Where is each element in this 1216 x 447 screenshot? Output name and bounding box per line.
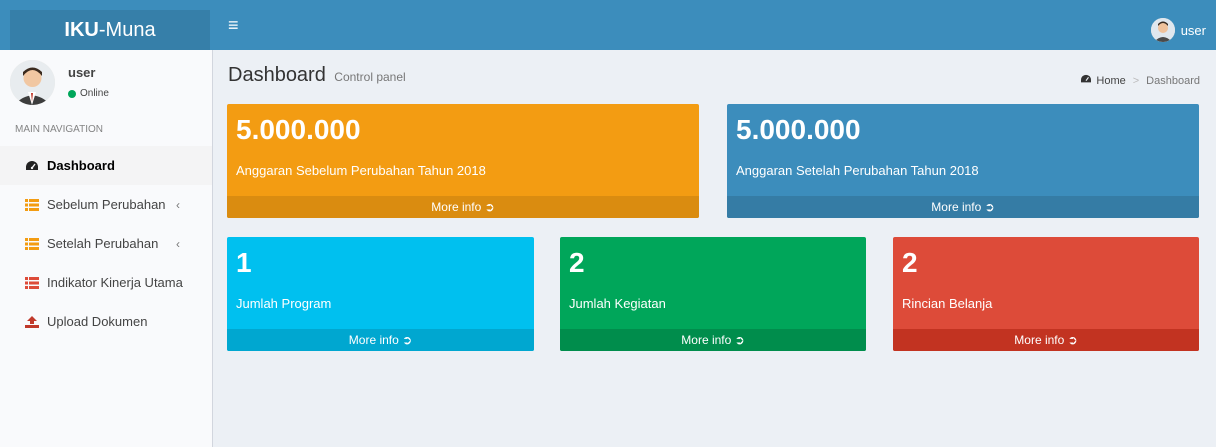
arrow-circle-right-icon: ➲: [402, 333, 413, 347]
logo-text: -Muna: [98, 19, 156, 41]
stat-value: 5.000.000: [736, 114, 861, 145]
stat-label: Rincian Belanja: [902, 296, 993, 311]
more-info-link[interactable]: More info ➲: [227, 329, 534, 351]
arrow-circle-right-icon: ➲: [984, 200, 995, 214]
more-info-label: More info: [348, 333, 399, 347]
more-info-link[interactable]: More info ➲: [227, 196, 699, 218]
page-title: Dashboard: [228, 64, 326, 86]
user-name: user: [1180, 22, 1206, 38]
stat-value: 5.000.000: [236, 114, 361, 145]
content-header: Dashboard Control panel: [228, 64, 406, 87]
dashboard-icon: [25, 160, 39, 172]
stat-label: Jumlah Kegiatan: [569, 296, 666, 311]
avatar: [10, 60, 55, 105]
list-icon: [25, 237, 39, 250]
avatar: [1150, 18, 1175, 42]
list-icon: [25, 276, 39, 289]
more-info-link[interactable]: More info ➲: [560, 329, 866, 351]
page-subtitle: Control panel: [334, 70, 406, 84]
stat-box-rincian-belanja: 2 Rincian Belanja More info ➲: [893, 237, 1199, 351]
sidebar: user Online MAIN NAVIGATION Dashboard Se…: [0, 50, 213, 447]
user-status-label: Online: [80, 88, 109, 99]
more-info-link[interactable]: More info ➲: [727, 196, 1199, 218]
sidebar-item-label: Sebelum Perubahan: [47, 197, 166, 212]
arrow-circle-right-icon: ➲: [1067, 333, 1078, 347]
user-status: Online: [68, 88, 109, 99]
stat-value: 2: [569, 247, 585, 278]
more-info-label: More info: [1014, 333, 1065, 347]
sidebar-item-indikator-kinerja-utama[interactable]: Indikator Kinerja Utama: [0, 263, 212, 302]
top-navbar: IKU-Muna ≡ user: [0, 0, 1216, 50]
chevron-left-icon: ‹: [176, 236, 180, 251]
logo-bold-text: IKU: [64, 19, 99, 41]
sidebar-item-sebelum-perubahan[interactable]: Sebelum Perubahan ‹: [0, 185, 212, 224]
sidebar-toggle-icon[interactable]: ≡: [228, 14, 239, 36]
stat-value: 1: [236, 247, 252, 278]
user-menu[interactable]: user: [1150, 10, 1206, 50]
more-info-label: More info: [931, 200, 982, 214]
app-logo[interactable]: IKU-Muna: [10, 10, 210, 50]
sidebar-item-label: Upload Dokumen: [47, 314, 148, 329]
arrow-circle-right-icon: ➲: [484, 200, 495, 214]
stat-box-jumlah-program: 1 Jumlah Program More info ➲: [227, 237, 534, 351]
more-info-label: More info: [681, 333, 732, 347]
sidebar-item-dashboard[interactable]: Dashboard: [0, 146, 212, 185]
stat-value: 2: [902, 247, 918, 278]
sidebar-item-label: Setelah Perubahan: [47, 236, 159, 251]
chevron-left-icon: ‹: [176, 197, 180, 212]
sidebar-item-upload-dokumen[interactable]: Upload Dokumen: [0, 302, 212, 341]
sidebar-item-setelah-perubahan[interactable]: Setelah Perubahan ‹: [0, 224, 212, 263]
breadcrumb-current: Dashboard: [1146, 74, 1200, 87]
dashboard-icon: [1080, 74, 1092, 87]
stat-box-anggaran-sebelum: 5.000.000 Anggaran Sebelum Perubahan Tah…: [227, 104, 699, 218]
user-panel: user Online: [10, 60, 200, 110]
breadcrumb: Home > Dashboard: [1080, 74, 1200, 87]
breadcrumb-separator: >: [1132, 74, 1140, 87]
nav-header: MAIN NAVIGATION: [15, 124, 103, 135]
more-info-link[interactable]: More info ➲: [893, 329, 1199, 351]
main-navigation: Dashboard Sebelum Perubahan ‹ Setelah Pe…: [0, 146, 212, 341]
sidebar-item-label: Dashboard: [47, 158, 115, 173]
more-info-label: More info: [431, 200, 482, 214]
breadcrumb-home-link[interactable]: Home: [1096, 75, 1125, 87]
list-icon: [25, 198, 39, 211]
upload-icon: [25, 315, 39, 328]
stat-box-anggaran-setelah: 5.000.000 Anggaran Setelah Perubahan Tah…: [727, 104, 1199, 218]
stat-label: Anggaran Setelah Perubahan Tahun 2018: [736, 163, 979, 178]
arrow-circle-right-icon: ➲: [734, 333, 745, 347]
sidebar-item-label: Indikator Kinerja Utama: [47, 275, 183, 290]
stat-label: Jumlah Program: [236, 296, 332, 311]
user-panel-name: user: [68, 65, 96, 80]
stat-box-jumlah-kegiatan: 2 Jumlah Kegiatan More info ➲: [560, 237, 866, 351]
online-status-dot-icon: [68, 89, 76, 98]
stat-label: Anggaran Sebelum Perubahan Tahun 2018: [236, 163, 486, 178]
